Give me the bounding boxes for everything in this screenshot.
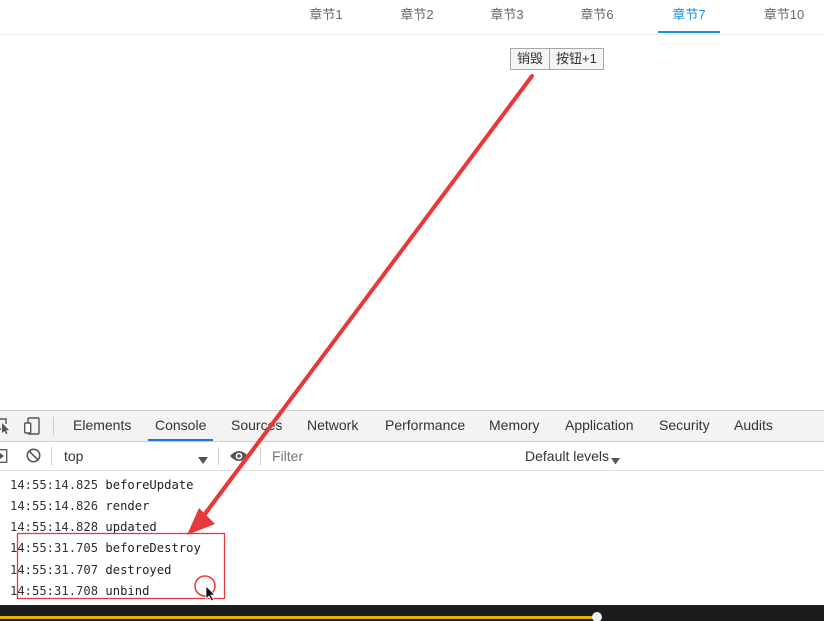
tab-sources[interactable]: Sources — [231, 411, 282, 441]
divider — [53, 417, 54, 435]
dropdown-arrow-icon[interactable] — [611, 452, 620, 465]
destroy-button[interactable]: 销毁 — [510, 48, 551, 70]
devtools-panel: Elements Console Sources Network Perform… — [0, 410, 824, 606]
increment-button[interactable]: 按钮+1 — [550, 48, 604, 70]
devtools-tab-bar: Elements Console Sources Network Perform… — [0, 411, 824, 442]
sidebar-toggle-icon[interactable] — [0, 449, 8, 463]
log-timestamp: 14:55:31.708 — [10, 584, 99, 598]
device-toggle-icon[interactable] — [23, 417, 40, 435]
log-message: beforeDestroy — [105, 541, 201, 555]
page-button-group: 销毁 按钮+1 — [510, 48, 604, 70]
tab-memory[interactable]: Memory — [489, 411, 540, 441]
log-message: render — [105, 499, 150, 513]
console-line: 14:55:14.825 beforeUpdate — [10, 475, 193, 496]
context-value: top — [64, 448, 84, 464]
log-message: unbind — [105, 584, 150, 598]
console-line: 14:55:14.826 render — [10, 496, 149, 517]
tab-console[interactable]: Console — [148, 411, 214, 441]
progress-fill — [0, 616, 597, 619]
log-message: destroyed — [105, 563, 172, 577]
context-select[interactable]: top — [64, 447, 83, 465]
screen: 章节1 章节2 章节3 章节6 章节7 章节10 销毁 按钮+1 Element… — [0, 0, 824, 621]
tab-chapter-1[interactable]: 章节1 — [300, 0, 352, 33]
log-timestamp: 14:55:31.707 — [10, 563, 99, 577]
log-timestamp: 14:55:14.825 — [10, 478, 99, 492]
video-progress-bar[interactable] — [0, 605, 824, 621]
tab-security[interactable]: Security — [659, 411, 710, 441]
console-toolbar: top Default levels — [0, 442, 824, 471]
console-line: 14:55:31.707 destroyed — [10, 560, 171, 581]
tab-elements[interactable]: Elements — [73, 411, 131, 441]
tab-audits[interactable]: Audits — [734, 411, 773, 441]
tab-chapter-2[interactable]: 章节2 — [391, 0, 443, 33]
console-line: 14:55:14.828 updated — [10, 517, 157, 538]
log-message: beforeUpdate — [105, 478, 194, 492]
tab-chapter-7[interactable]: 章节7 — [658, 0, 720, 33]
log-timestamp: 14:55:14.828 — [10, 520, 99, 534]
progress-knob[interactable] — [592, 612, 602, 621]
log-timestamp: 14:55:31.705 — [10, 541, 99, 555]
tab-chapter-6[interactable]: 章节6 — [571, 0, 623, 33]
console-line: 14:55:31.708 unbind — [10, 581, 149, 602]
clear-console-icon[interactable] — [26, 448, 41, 463]
console-output: 14:55:14.825 beforeUpdate 14:55:14.826 r… — [0, 471, 824, 606]
console-line: 14:55:31.705 beforeDestroy — [10, 538, 201, 559]
tab-chapter-3[interactable]: 章节3 — [481, 0, 533, 33]
inspect-icon[interactable] — [0, 418, 11, 434]
levels-select[interactable]: Default levels — [525, 447, 609, 465]
log-timestamp: 14:55:14.826 — [10, 499, 99, 513]
log-message: updated — [105, 520, 157, 534]
divider — [218, 447, 219, 465]
tab-chapter-10[interactable]: 章节10 — [755, 0, 813, 33]
dropdown-arrow-icon[interactable] — [198, 452, 208, 464]
tab-performance[interactable]: Performance — [385, 411, 465, 441]
eye-icon[interactable] — [229, 449, 249, 463]
filter-input[interactable] — [268, 446, 506, 466]
tab-network[interactable]: Network — [307, 411, 358, 441]
divider — [260, 447, 261, 465]
levels-value: Default levels — [525, 448, 610, 464]
chapter-tabs: 章节1 章节2 章节3 章节6 章节7 章节10 — [0, 0, 824, 35]
divider — [51, 447, 52, 465]
tab-application[interactable]: Application — [565, 411, 634, 441]
